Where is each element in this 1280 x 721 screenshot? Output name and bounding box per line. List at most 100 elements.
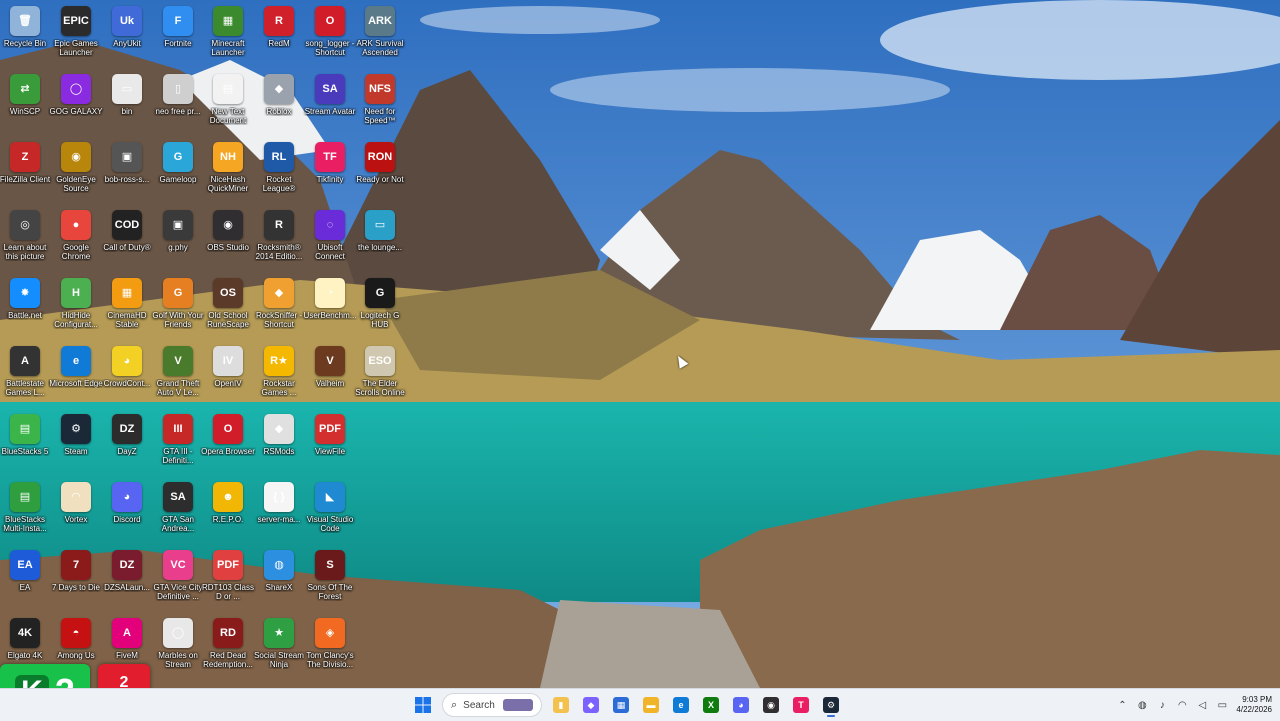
desktop-icon[interactable]: SA GTA San Andrea...	[153, 478, 203, 544]
taskbar-copilot-button[interactable]: ◆	[578, 692, 604, 718]
app-icon: VC	[163, 550, 193, 580]
desktop-icon[interactable]: 7 7 Days to Die	[51, 546, 101, 612]
desktop-icon-label: Epic Games Launcher	[54, 39, 98, 57]
desktop-icon[interactable]: ▦ Minecraft Launcher	[203, 2, 253, 68]
desktop-icon[interactable]: ◕ Discord	[102, 478, 152, 544]
search-icon: ⌕	[451, 698, 458, 711]
network-icon[interactable]: ◍	[1136, 699, 1148, 711]
battery-icon[interactable]: ▭	[1216, 699, 1228, 711]
desktop-icon[interactable]: DZ DayZ	[102, 410, 152, 476]
desktop-icon[interactable]: ◯ GOG GALAXY	[50, 70, 102, 136]
desktop-icon[interactable]: V Grand Theft Auto V Le...	[153, 342, 203, 408]
desktop-icon[interactable]: R★ Rockstar Games ...	[254, 342, 304, 408]
desktop-icon[interactable]: EPIC Epic Games Launcher	[51, 2, 101, 68]
desktop-icon[interactable]: F Fortnite	[153, 2, 203, 68]
taskbar-edge-button[interactable]: e	[668, 692, 694, 718]
desktop-icon[interactable]: RL Rocket League®	[254, 138, 304, 204]
desktop-icon[interactable]: { } server-ma...	[254, 478, 304, 544]
desktop-icon[interactable]: ◔ UserBenchm...	[304, 274, 356, 340]
desktop-icon[interactable]: ✸ Battle.net	[0, 274, 50, 340]
desktop-icon[interactable]: Osong_logger - Shortcut	[305, 2, 355, 68]
desktop-icon[interactable]: NFS Need for Speed™	[355, 70, 405, 136]
desktop-icon[interactable]: ▭ the lounge...	[355, 206, 405, 272]
desktop-icon[interactable]: ESO The Elder Scrolls Online	[355, 342, 405, 408]
start-button[interactable]	[410, 692, 436, 718]
desktop-icon[interactable]: S Sons Of The Forest	[305, 546, 355, 612]
taskbar-xbox-button[interactable]: X	[698, 692, 724, 718]
taskbar-search[interactable]: ⌕ Search	[442, 693, 542, 717]
taskbar-obs-button[interactable]: ◉	[758, 692, 784, 718]
desktop-icon[interactable]: G Golf With Your Friends	[152, 274, 204, 340]
desktop-icon[interactable]: A Battlestate Games L...	[0, 342, 50, 408]
desktop-icon[interactable]: ◯ Marbles on Stream	[153, 614, 203, 680]
desktop-icon[interactable]: NH NiceHash QuickMiner	[203, 138, 253, 204]
desktop-icon[interactable]: ◉ OBS Studio	[203, 206, 253, 272]
desktop-icon[interactable]: ◆ RockSniffer - Shortcut	[254, 274, 304, 340]
desktop-icon[interactable]: III GTA III - Definiti...	[153, 410, 203, 476]
desktop-icon[interactable]: SA Stream Avatar	[305, 70, 355, 136]
desktop-icon[interactable]: ▦ CinemaHD Stable	[102, 274, 152, 340]
desktop-icon[interactable]: PDF RDT103 Class D or ...	[202, 546, 254, 612]
taskbar-steam-button[interactable]: ⚙	[818, 692, 844, 718]
desktop-icon[interactable]: ▤ New Text Document	[203, 70, 253, 136]
taskbar-tikfinity-button[interactable]: T	[788, 692, 814, 718]
desktop-icon[interactable]: ▯ neo free pr...	[153, 70, 203, 136]
desktop-icon[interactable]: IV OpenIV	[203, 342, 253, 408]
app-icon: SA	[315, 74, 345, 104]
taskbar-ms-store-button[interactable]: ▦	[608, 692, 634, 718]
desktop-icon[interactable]: ◍ ShareX	[254, 546, 304, 612]
desktop-icon[interactable]: ▣ g.phy	[153, 206, 203, 272]
desktop-icon[interactable]: ⚙ Steam	[51, 410, 101, 476]
desktop-icon[interactable]: ● Google Chrome	[51, 206, 101, 272]
desktop-icon[interactable]: VC GTA Vice City Definitive ...	[153, 546, 203, 612]
desktop-icon[interactable]: TF Tikfinity	[305, 138, 355, 204]
desktop-icon[interactable]: ARK ARK Survival Ascended	[355, 2, 405, 68]
desktop-icon[interactable]: ⇄ WinSCP	[0, 70, 50, 136]
desktop-icon[interactable]: 🗑 Recycle Bin	[0, 2, 50, 68]
desktop-icon[interactable]: Uk AnyUkit	[102, 2, 152, 68]
desktop-icon[interactable]: ◈ Tom Clancy's The Divisio...	[305, 614, 355, 680]
desktop-icon[interactable]: ◠ Vortex	[51, 478, 101, 544]
desktop-icon[interactable]: V Valheim	[305, 342, 355, 408]
desktop-icon[interactable]: G Logitech G HUB	[355, 274, 405, 340]
desktop-icon[interactable]: ◉ GoldenEye Source	[51, 138, 101, 204]
desktop-icon[interactable]: ▤ BlueStacks Multi-Insta...	[0, 478, 50, 544]
desktop-icon[interactable]: RD Red Dead Redemption...	[203, 614, 253, 680]
desktop-icon[interactable]: ☻ R.E.P.O.	[203, 478, 253, 544]
taskbar-file-explorer-button[interactable]: ▮	[548, 692, 574, 718]
desktop-icon[interactable]: O Opera Browser	[201, 410, 255, 476]
desktop-icon[interactable]: R Rocksmith® 2014 Editio...	[254, 206, 304, 272]
desktop-icon[interactable]: OS Old School RuneScape	[203, 274, 253, 340]
desktop-icon[interactable]: PDF ViewFile	[305, 410, 355, 476]
taskbar-discord-button[interactable]: ◕	[728, 692, 754, 718]
desktop-icon[interactable]: ▭ bin	[102, 70, 152, 136]
volume-icon[interactable]: ◁	[1196, 699, 1208, 711]
desktop-icon[interactable]: R RedM	[254, 2, 304, 68]
desktop-icon[interactable]: EA EA	[0, 546, 50, 612]
desktop-icon[interactable]: DZ DZSALaun...	[102, 546, 152, 612]
wifi-icon[interactable]: ◠	[1176, 699, 1188, 711]
search-placeholder: Search	[463, 699, 495, 711]
microphone-icon[interactable]: ♪	[1156, 699, 1168, 711]
chevron-up-icon[interactable]: ⌃	[1116, 699, 1128, 711]
desktop-icon[interactable]: ▤ BlueStacks 5	[0, 410, 50, 476]
desktop-icon[interactable]: ▣ bob-ross-s...	[102, 138, 152, 204]
desktop-icon[interactable]: ◆ RSMods	[254, 410, 304, 476]
desktop-icon[interactable]: ◕ CrowdCont...	[102, 342, 152, 408]
taskbar-folder-button[interactable]: ▬	[638, 692, 664, 718]
desktop-icon[interactable]: ◣ Visual Studio Code	[305, 478, 355, 544]
desktop-icon[interactable]: ★ Social Stream Ninja	[254, 614, 304, 680]
desktop-icon[interactable]: ◌ Ubisoft Connect	[305, 206, 355, 272]
desktop-icon[interactable]: ◆ Roblox	[254, 70, 304, 136]
desktop-icon[interactable]: ◎ Learn about this picture	[0, 206, 50, 272]
desktop-icon[interactable]: G Gameloop	[153, 138, 203, 204]
desktop-icon[interactable]: RON Ready or Not	[355, 138, 405, 204]
desktop-icon[interactable]: H HidHide Configurat...	[51, 274, 101, 340]
desktop-icon[interactable]: COD Call of Duty®	[102, 206, 152, 272]
app-icon: 4K	[10, 618, 40, 648]
app-icon: ●	[61, 210, 91, 240]
search-highlight-icon	[503, 699, 533, 711]
desktop-icon[interactable]: Z FileZilla Client	[0, 138, 50, 204]
clock[interactable]: 9:03 PM 4/22/2026	[1236, 695, 1272, 715]
desktop-icon[interactable]: e Microsoft Edge	[49, 342, 103, 408]
